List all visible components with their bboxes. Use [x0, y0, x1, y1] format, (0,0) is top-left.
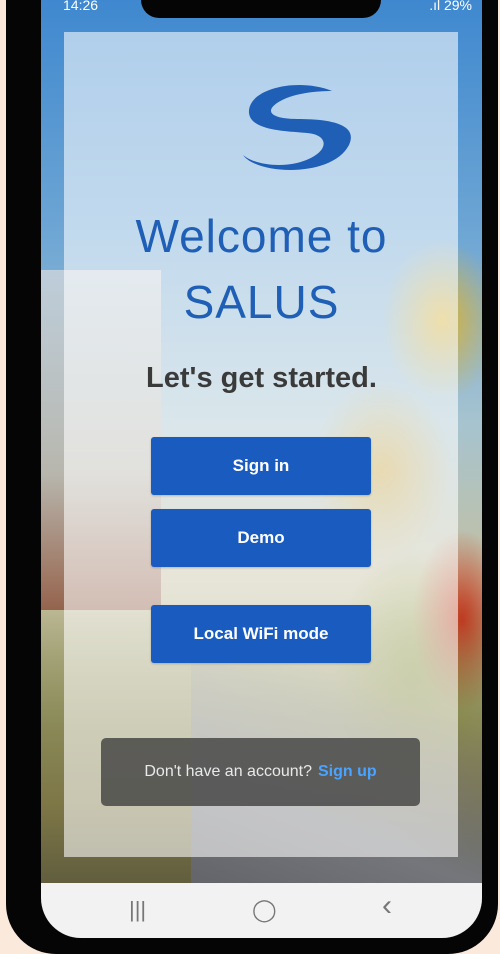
demo-button[interactable]: Demo	[151, 509, 371, 567]
signup-prompt-box: Don't have an account? Sign up	[101, 738, 420, 806]
recent-apps-icon[interactable]: |||	[129, 897, 146, 923]
signal-icon: .ıl	[429, 0, 441, 13]
android-nav-bar: ||| ◯ ‹	[41, 883, 482, 938]
welcome-line-2: SALUS	[183, 276, 340, 328]
home-icon[interactable]: ◯	[252, 897, 277, 923]
back-icon[interactable]: ‹	[382, 889, 392, 923]
welcome-heading: Welcome to SALUS	[41, 203, 482, 335]
phone-frame: 14:26 .ıl 29% Welcome to SALUS Let's get…	[6, 0, 498, 954]
sign-up-link[interactable]: Sign up	[318, 763, 377, 781]
app-screen: 14:26 .ıl 29% Welcome to SALUS Let's get…	[41, 0, 482, 938]
sign-in-button[interactable]: Sign in	[151, 437, 371, 495]
status-time: 14:26	[63, 0, 99, 13]
phone-notch	[141, 0, 381, 18]
battery-level: 29%	[443, 0, 472, 13]
salus-logo-icon	[243, 85, 351, 170]
signup-prompt-text: Don't have an account?	[144, 763, 312, 780]
local-wifi-mode-button[interactable]: Local WiFi mode	[151, 605, 371, 663]
welcome-line-1: Welcome to	[135, 210, 388, 262]
tagline: Let's get started.	[146, 362, 377, 394]
